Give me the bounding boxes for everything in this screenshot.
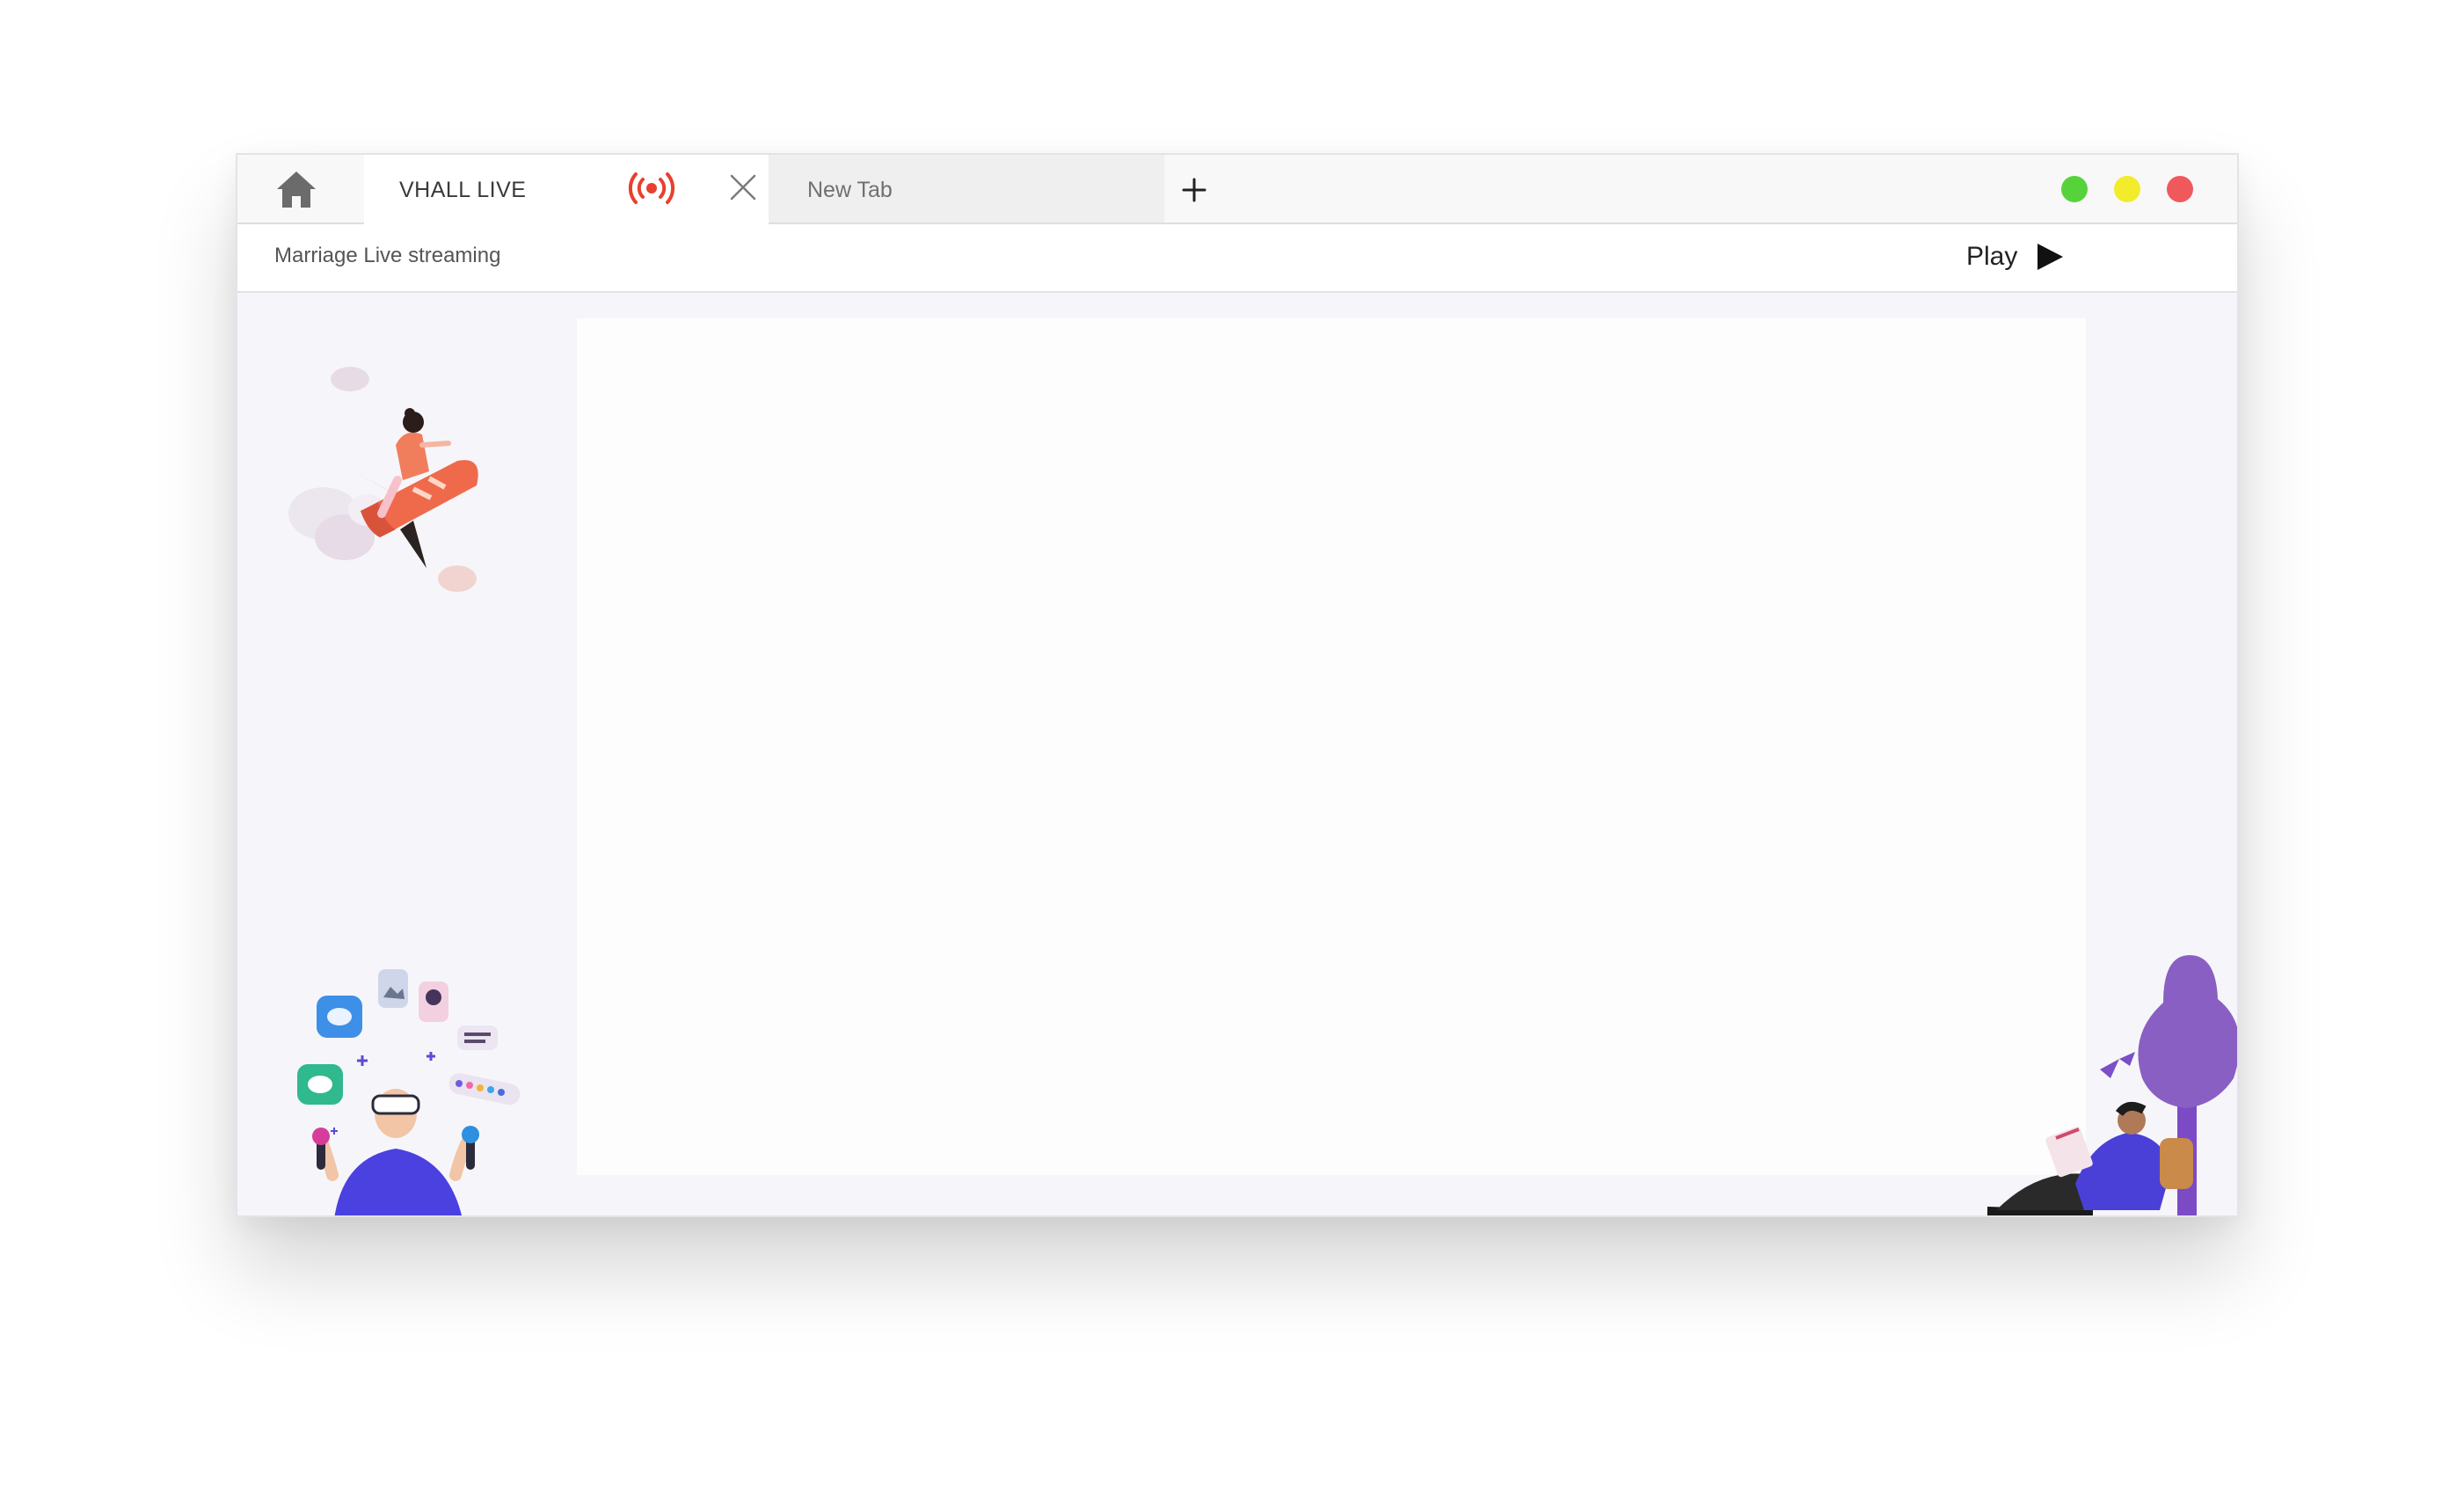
tab-label: New Tab [807,178,893,202]
rocket-rider-illustration [288,367,478,592]
video-stream-area[interactable] [577,318,2086,1175]
home-button[interactable] [273,167,320,211]
vr-user-illustration [297,969,521,1215]
browser-window: VHALL LIVE New Tab Marriage Live streami… [236,153,2239,1217]
minimize-button[interactable] [2114,176,2140,202]
tab-new-tab[interactable]: New Tab [769,155,1164,223]
tab-bar: VHALL LIVE New Tab [237,155,2237,224]
home-icon [277,171,316,208]
reader-tree-illustration [1987,955,2237,1215]
close-icon[interactable] [726,171,760,204]
play-icon [2038,244,2064,270]
tab-label: VHALL LIVE [399,178,527,202]
tab-vhall-live[interactable]: VHALL LIVE [364,155,769,224]
play-button[interactable]: Play [1966,237,2065,277]
maximize-button[interactable] [2061,176,2088,202]
broadcast-icon [628,172,675,204]
close-window-button[interactable] [2167,176,2193,202]
page-title: Marriage Live streaming [274,244,501,267]
plus-icon[interactable] [1173,169,1215,211]
toolbar: Marriage Live streaming Play [237,224,2237,293]
play-label: Play [1966,242,2018,271]
